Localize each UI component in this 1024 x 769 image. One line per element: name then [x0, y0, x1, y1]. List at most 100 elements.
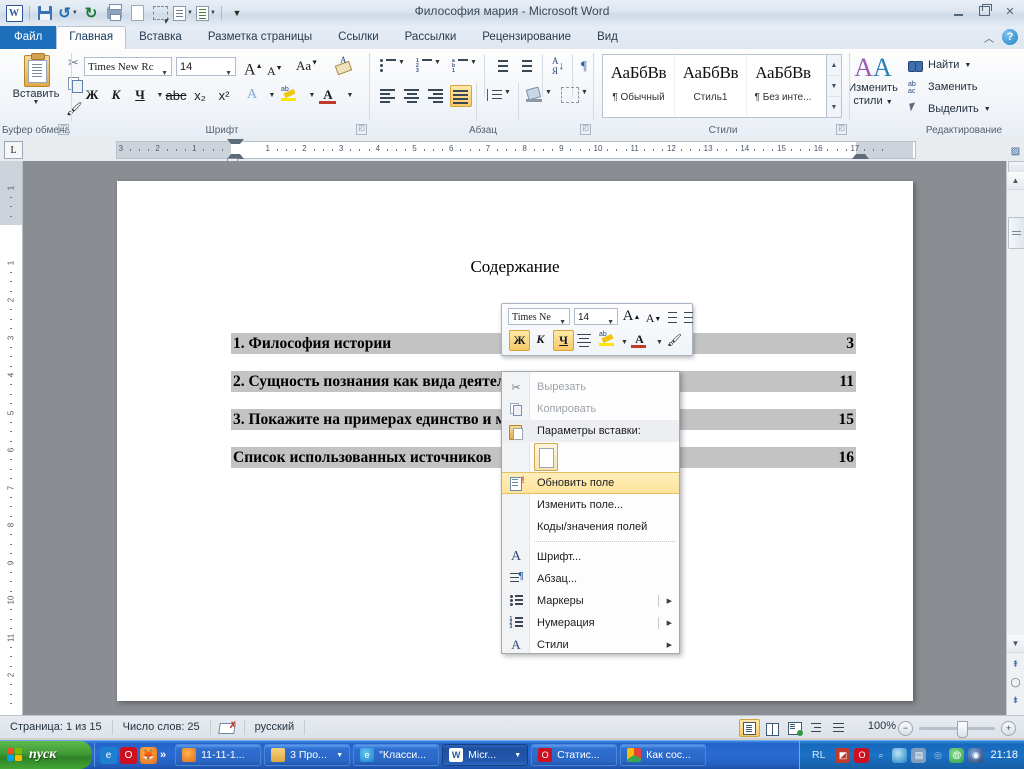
mini-grow-font-icon[interactable]: A▲ — [622, 307, 641, 326]
find-caret[interactable]: ▼ — [964, 62, 971, 69]
next-page-icon[interactable]: ⇟ — [1009, 694, 1022, 707]
sort-icon[interactable]: AЯ↓ — [548, 57, 568, 75]
word-count-indicator[interactable]: Число слов: 25 — [113, 720, 211, 735]
italic-button[interactable]: К — [106, 85, 126, 105]
grow-font-icon[interactable]: A▲ — [244, 57, 263, 79]
replace-button[interactable]: abac Заменить — [908, 77, 977, 97]
context-menu[interactable]: ✂ Вырезать Копировать Параметры вставки:… — [501, 371, 680, 654]
zoom-slider[interactable]: − + — [898, 721, 1016, 735]
font-size-caret[interactable]: ▼ — [225, 64, 232, 83]
styles-scroll-down-icon[interactable]: ▼ — [827, 76, 841, 97]
select-button[interactable]: Выделить ▼ — [908, 99, 991, 119]
language-indicator[interactable]: русский — [245, 720, 305, 735]
context-menu-item-styles[interactable]: A Стили ▶ — [502, 634, 679, 656]
task-button-ie[interactable]: e "Класси... — [353, 744, 439, 766]
tray-red-icon[interactable]: ◩ — [835, 748, 850, 763]
paragraph-dialog-launcher[interactable]: ◰ — [580, 124, 591, 135]
paste-option-keep-source[interactable] — [502, 442, 679, 472]
proofing-status-icon[interactable] — [211, 720, 245, 735]
ruler-toggle-button[interactable]: ▨ — [1007, 141, 1024, 161]
tray-search-icon[interactable]: ⌕ — [873, 748, 888, 763]
styles-more-icon[interactable]: ▼ — [827, 97, 841, 117]
tab-review[interactable]: Рецензирование — [469, 26, 584, 49]
select-browse-object-icon[interactable]: ◯ — [1009, 676, 1022, 689]
mini-font-size-caret[interactable]: ▼ — [607, 314, 614, 331]
text-effects-icon[interactable]: A — [242, 85, 262, 105]
chevron-right-icon[interactable]: ▶ — [667, 597, 672, 605]
tab-file[interactable]: Файл — [0, 26, 56, 49]
strikethrough-button[interactable]: abc — [166, 85, 186, 105]
context-menu-item-toggle-field-codes[interactable]: Коды/значения полей — [502, 516, 679, 538]
context-menu-item-copy[interactable]: Копировать — [502, 398, 679, 420]
line-spacing-icon[interactable] — [484, 85, 504, 105]
underline-button[interactable]: Ч — [130, 85, 150, 105]
styles-scroll-up-icon[interactable]: ▲ — [827, 55, 841, 76]
mini-font-color-icon[interactable]: A — [630, 330, 649, 349]
change-case-icon[interactable]: Aa▼ — [296, 58, 318, 74]
task-button-explorer-group[interactable]: 3 Про... ▼ — [264, 744, 350, 766]
scroll-thumb[interactable] — [1008, 217, 1024, 249]
collapse-ribbon-icon[interactable]: ︿ — [984, 30, 994, 45]
increase-indent-icon[interactable] — [516, 57, 536, 75]
zoom-out-button[interactable]: − — [898, 721, 913, 736]
change-styles-button[interactable]: AA Изменить стили ▼ — [846, 54, 900, 109]
previous-page-icon[interactable]: ⇞ — [1009, 658, 1022, 671]
font-color-caret[interactable]: ▼ — [340, 85, 360, 105]
task-button-chrome[interactable]: Как сос... — [620, 744, 706, 766]
context-menu-item-bullets[interactable]: Маркеры ▶ — [502, 590, 679, 612]
mini-font-name[interactable]: Times Ne ▼ — [508, 308, 570, 325]
mini-shrink-font-icon[interactable]: A▼ — [644, 309, 663, 328]
bold-button[interactable]: Ж — [82, 85, 102, 105]
tab-page-layout[interactable]: Разметка страницы — [195, 26, 325, 49]
align-right-icon[interactable] — [426, 85, 446, 105]
web-layout-view-button[interactable] — [785, 720, 804, 736]
zoom-in-button[interactable]: + — [1001, 721, 1016, 736]
font-name-combo[interactable]: Times New Rc ▼ — [84, 57, 172, 76]
quick-launch-more-icon[interactable]: » — [160, 749, 166, 761]
minimize-button[interactable] — [950, 4, 966, 18]
mini-underline-button[interactable]: Ч — [553, 330, 574, 351]
tray-shield-icon[interactable]: ◎ — [930, 748, 945, 763]
tab-stop-selector[interactable]: L — [4, 141, 23, 159]
vertical-scrollbar[interactable]: ▲ ▼ ⇞ ◯ ⇟ — [1006, 161, 1024, 715]
task-button-opera[interactable]: O Статис... — [531, 744, 617, 766]
borders-icon[interactable] — [560, 85, 580, 105]
styles-gallery[interactable]: АаБбВв ¶ Обычный АаБбВв Стиль1 АаБбВв ¶ … — [602, 54, 828, 118]
mini-formatting-toolbar[interactable]: Times Ne ▼ 14 ▼ A▲ A▼ Ж К Ч ab ▼ A ▼ 🖌 — [501, 303, 693, 356]
zoom-thumb[interactable] — [957, 721, 968, 738]
style-item-normal[interactable]: АаБбВв ¶ Обычный — [603, 55, 675, 117]
horizontal-ruler[interactable]: 3211234567891011121314151617 — [116, 141, 916, 159]
tray-media-icon[interactable]: ◉ — [968, 748, 983, 763]
tab-insert[interactable]: Вставка — [126, 26, 195, 49]
line-spacing-caret[interactable]: ▼ — [504, 89, 511, 96]
clipboard-dialog-launcher[interactable]: ◰ — [58, 124, 69, 135]
align-left-icon[interactable] — [378, 85, 398, 105]
mini-increase-indent-icon[interactable] — [678, 308, 697, 327]
scroll-up-button[interactable]: ▲ — [1007, 172, 1024, 190]
task-group-caret[interactable]: ▼ — [336, 752, 343, 759]
tab-view[interactable]: Вид — [584, 26, 631, 49]
tray-blue-dot-icon[interactable] — [892, 748, 907, 763]
font-color-icon[interactable]: A — [318, 85, 338, 105]
paste-dropdown-caret[interactable]: ▼ — [10, 100, 62, 106]
multilevel-caret[interactable]: ▼ — [470, 59, 477, 66]
help-icon[interactable]: ? — [1002, 29, 1018, 45]
font-dialog-launcher[interactable]: ◰ — [356, 124, 367, 135]
subscript-button[interactable]: x₂ — [190, 85, 210, 105]
context-menu-item-paragraph[interactable]: ¶ Абзац... — [502, 568, 679, 590]
show-formatting-marks-icon[interactable]: ¶ — [576, 57, 592, 75]
outline-view-button[interactable] — [807, 720, 826, 736]
restore-button[interactable] — [976, 4, 992, 18]
superscript-button[interactable]: x² — [214, 85, 234, 105]
chevron-right-icon[interactable]: ▶ — [667, 619, 672, 627]
full-screen-reading-view-button[interactable] — [763, 720, 782, 736]
page-indicator[interactable]: Страница: 1 из 15 — [0, 720, 113, 735]
shading-icon[interactable] — [524, 85, 544, 105]
task-button-firefox[interactable]: 11-11-1... — [175, 744, 261, 766]
tray-swirl-icon[interactable]: @ — [949, 748, 964, 763]
mini-bold-button[interactable]: Ж — [509, 330, 530, 351]
tab-references[interactable]: Ссылки — [325, 26, 392, 49]
language-bar-indicator[interactable]: RL — [806, 749, 831, 761]
right-indent-marker[interactable] — [852, 154, 869, 159]
zoom-track[interactable] — [919, 727, 995, 730]
